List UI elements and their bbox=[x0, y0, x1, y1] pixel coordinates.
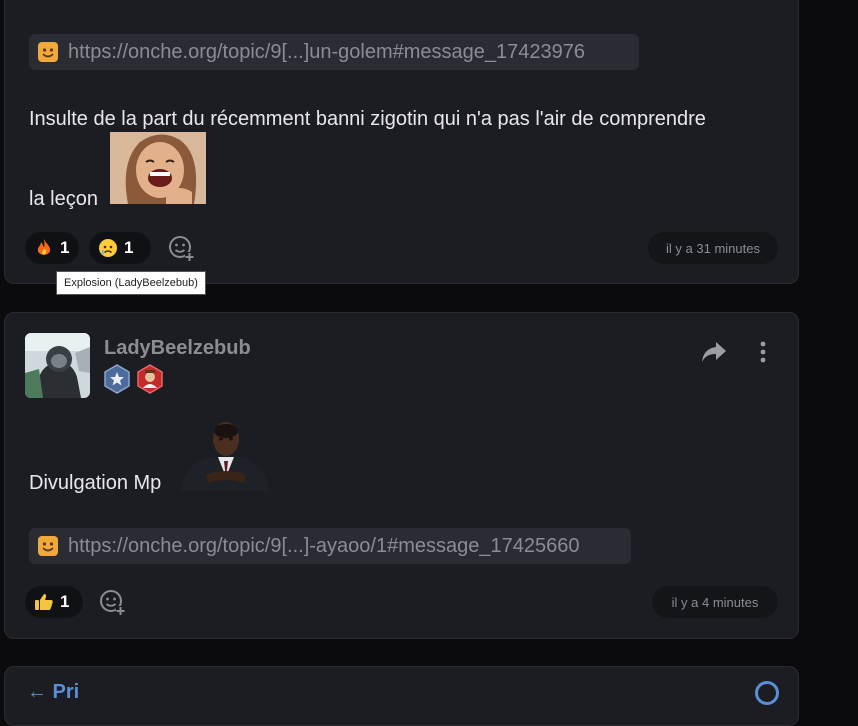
message-card: https://onche.org/topic/9[...]un-golem#m… bbox=[4, 0, 799, 284]
sad-face-icon bbox=[98, 238, 118, 258]
man-in-suit-sticker bbox=[176, 417, 274, 491]
reaction-count: 1 bbox=[60, 238, 70, 257]
message-link-text: https://onche.org/topic/9[...]-ayaoo/1#m… bbox=[68, 534, 580, 557]
share-icon[interactable] bbox=[700, 339, 728, 365]
card-title[interactable]: ← Pri bbox=[27, 681, 79, 704]
reaction-count: 1 bbox=[60, 592, 70, 611]
reaction-tooltip: Explosion (LadyBeelzebub) bbox=[56, 271, 206, 295]
message-text-line: Insulte de la part du récemment banni zi… bbox=[29, 108, 706, 130]
timestamp: il y a 4 minutes bbox=[652, 586, 778, 618]
timestamp: il y a 31 minutes bbox=[648, 232, 778, 264]
woman-laughing-sticker bbox=[110, 132, 206, 204]
message-link[interactable]: https://onche.org/topic/9[...]-ayaoo/1#m… bbox=[29, 528, 631, 564]
character-badge-icon bbox=[136, 364, 164, 394]
message-link[interactable]: https://onche.org/topic/9[...]un-golem#m… bbox=[29, 34, 639, 70]
reaction-sad[interactable]: 1 bbox=[89, 232, 151, 264]
message-card: ← Pri bbox=[4, 666, 799, 726]
more-options-icon[interactable] bbox=[753, 339, 773, 365]
avatar bbox=[25, 0, 95, 1]
username[interactable]: LadyBeelzebub bbox=[104, 337, 251, 360]
thumbs-up-icon bbox=[34, 592, 54, 612]
avatar[interactable] bbox=[25, 333, 90, 398]
message-card: LadyBeelzebub Divulgation Mp https://onc… bbox=[4, 312, 799, 639]
reaction-fire[interactable]: 1 bbox=[25, 232, 79, 264]
smiley-emoji-icon bbox=[37, 41, 59, 63]
reaction-thumbs-up[interactable]: 1 bbox=[25, 586, 83, 618]
add-reaction-icon[interactable] bbox=[98, 588, 126, 616]
reaction-count: 1 bbox=[124, 238, 134, 257]
fire-icon bbox=[34, 238, 54, 258]
smiley-emoji-icon bbox=[37, 535, 59, 557]
message-text-line: la leçon bbox=[29, 188, 98, 210]
star-badge-icon bbox=[103, 364, 131, 394]
circle-icon[interactable] bbox=[755, 681, 779, 705]
message-text: Divulgation Mp bbox=[29, 472, 162, 494]
message-link-text: https://onche.org/topic/9[...]un-golem#m… bbox=[68, 40, 586, 63]
add-reaction-icon[interactable] bbox=[167, 234, 195, 262]
